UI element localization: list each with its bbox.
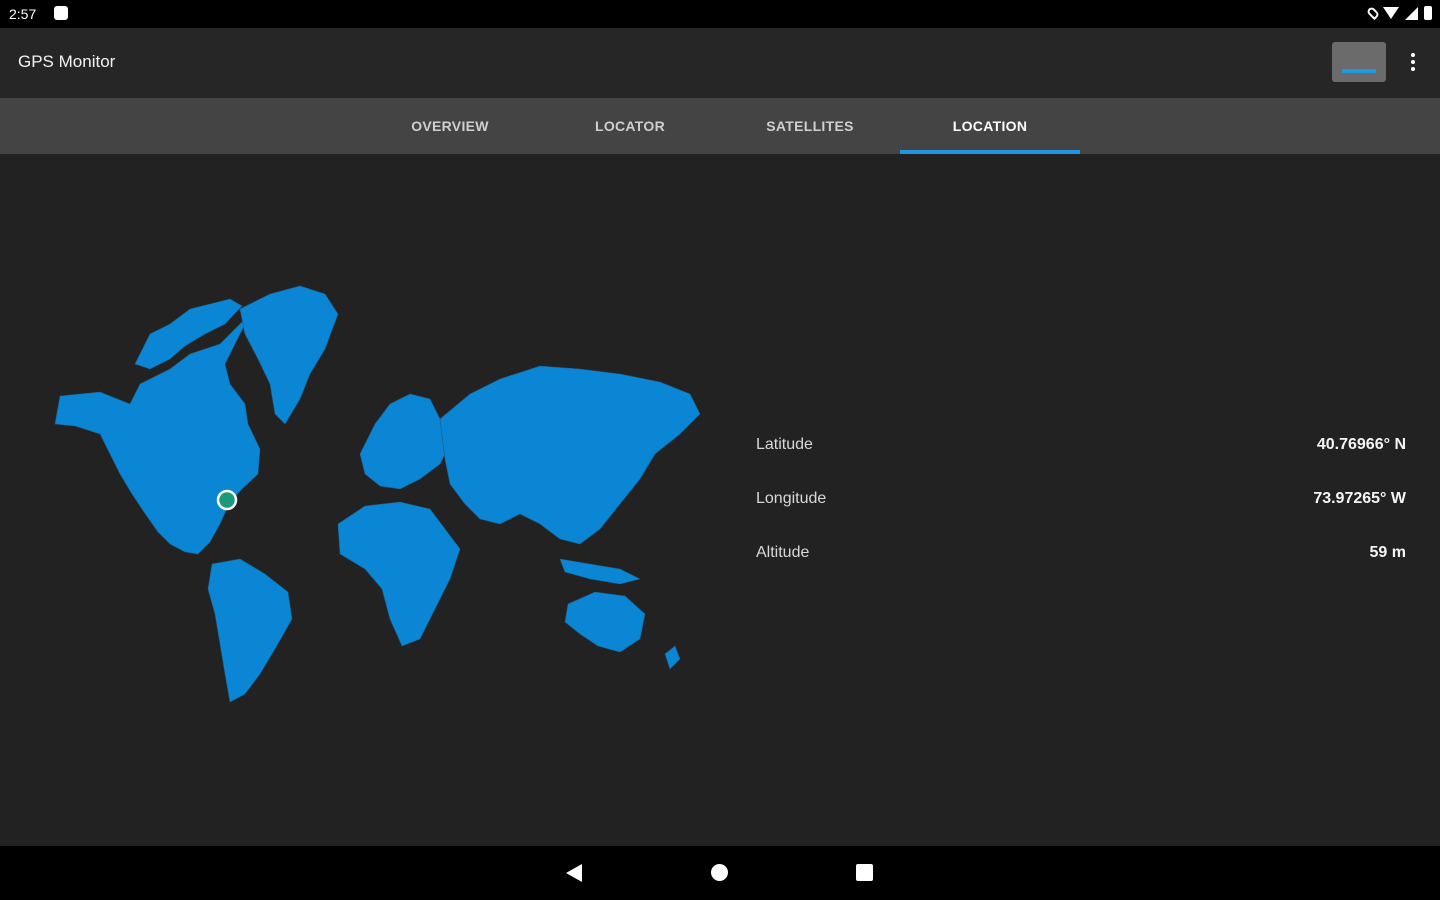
status-time: 2:57	[9, 6, 37, 22]
europe-shape	[359, 393, 451, 490]
latitude-label: Latitude	[756, 436, 813, 453]
current-location-marker	[216, 489, 238, 511]
status-icons	[1365, 5, 1432, 21]
altitude-value: 59 m	[1369, 544, 1406, 561]
back-icon[interactable]	[566, 864, 582, 882]
tab-satellites[interactable]: SATELLITES	[720, 98, 900, 154]
world-map	[54, 285, 701, 703]
more-options-icon[interactable]	[1400, 50, 1426, 76]
latitude-value: 40.76966° N	[1316, 436, 1406, 453]
altitude-row: Altitude 59 m	[756, 544, 1406, 572]
latitude-row: Latitude 40.76966° N	[756, 436, 1406, 464]
app-bar: GPS Monitor	[0, 28, 1440, 98]
location-panel: Latitude 40.76966° N Longitude 73.97265°…	[0, 154, 1440, 846]
signal-bar-icon	[1342, 69, 1376, 73]
southeast-asia-islands-shape	[559, 558, 641, 585]
tab-location[interactable]: LOCATION	[900, 98, 1080, 154]
wifi-icon	[1383, 7, 1399, 19]
home-icon[interactable]	[711, 864, 728, 881]
longitude-value: 73.97265° W	[1313, 490, 1406, 507]
africa-shape	[337, 501, 461, 647]
app-title: GPS Monitor	[18, 52, 116, 71]
greenland-shape	[239, 285, 339, 425]
south-america-shape	[207, 558, 293, 703]
asia-shape	[439, 365, 701, 545]
tab-overview[interactable]: OVERVIEW	[360, 98, 540, 154]
notification-icon	[54, 6, 68, 20]
signal-strength-button[interactable]	[1332, 42, 1386, 82]
australia-shape	[564, 591, 646, 653]
system-nav-bar	[0, 846, 1440, 900]
tab-locator[interactable]: LOCATOR	[540, 98, 720, 154]
location-icon	[1365, 5, 1381, 21]
tab-bar: OVERVIEW LOCATOR SATELLITES LOCATION	[0, 98, 1440, 154]
recents-icon[interactable]	[856, 864, 873, 881]
battery-icon	[1424, 6, 1432, 20]
longitude-row: Longitude 73.97265° W	[756, 490, 1406, 518]
cell-signal-icon	[1405, 6, 1418, 20]
new-zealand-shape	[664, 645, 681, 670]
status-bar: 2:57	[0, 0, 1440, 28]
altitude-label: Altitude	[756, 544, 810, 561]
longitude-label: Longitude	[756, 490, 827, 507]
